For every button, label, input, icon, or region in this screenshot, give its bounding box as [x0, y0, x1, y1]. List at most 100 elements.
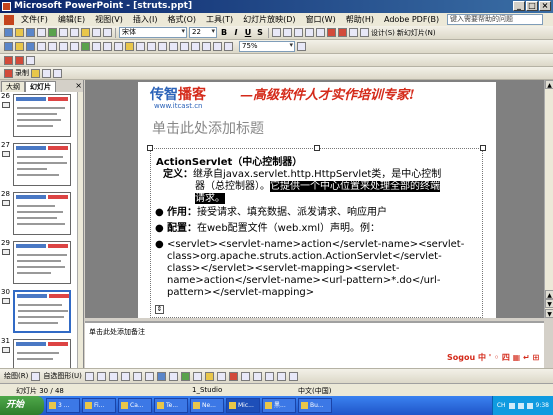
fill-color-icon[interactable] — [204, 371, 214, 381]
line-icon[interactable] — [84, 371, 94, 381]
help-search-input[interactable]: 键入需要帮助的问题 — [447, 14, 543, 25]
increase-font-icon[interactable] — [327, 28, 336, 37]
wordart-icon[interactable] — [202, 42, 211, 51]
taskbar-item[interactable]: Fi... — [82, 398, 116, 413]
design-button[interactable]: 设计(S) — [371, 28, 395, 38]
color-grayscale-icon[interactable] — [224, 42, 233, 51]
taskbar-item[interactable]: Ca... — [118, 398, 152, 413]
align-left-icon[interactable] — [272, 28, 281, 37]
notes-placeholder[interactable]: 单击此处添加备注 — [89, 327, 145, 337]
shadow-button[interactable]: S — [255, 28, 265, 38]
close-button[interactable]: × — [539, 1, 551, 11]
arrow-icon[interactable] — [96, 371, 106, 381]
table-icon[interactable] — [180, 42, 189, 51]
previous-slide-icon[interactable]: ▲ — [545, 290, 553, 299]
font-color-icon[interactable] — [360, 28, 369, 37]
indent-icon[interactable] — [349, 28, 358, 37]
minimize-button[interactable]: _ — [513, 1, 525, 11]
undo-icon[interactable] — [92, 28, 101, 37]
spelling-icon[interactable] — [48, 28, 57, 37]
title-placeholder[interactable]: 单击此处添加标题 — [152, 118, 264, 138]
pdf-email-icon[interactable] — [15, 55, 24, 65]
next-slide-icon[interactable]: ▼ — [545, 299, 553, 308]
new-doc-icon[interactable] — [4, 42, 13, 51]
thumbnail-scrollbar[interactable] — [77, 92, 83, 368]
spellcheck-icon[interactable] — [81, 42, 90, 51]
slide-thumb[interactable]: 27 — [0, 141, 78, 189]
tray-icon[interactable] — [526, 402, 533, 409]
menu-help[interactable]: 帮助(H) — [341, 14, 379, 25]
shadow-style-icon[interactable] — [276, 371, 286, 381]
save-disk-icon[interactable] — [26, 42, 35, 51]
record-button[interactable]: 录制 — [15, 68, 29, 78]
wordart-tool-icon[interactable] — [156, 371, 166, 381]
picture-icon[interactable] — [192, 371, 202, 381]
taskbar-item-active[interactable]: Mic... — [226, 398, 260, 413]
resize-handle[interactable] — [314, 145, 320, 151]
document-icon[interactable] — [4, 14, 14, 25]
taskbar-item[interactable]: 黑... — [262, 398, 296, 413]
taskbar-item[interactable]: Te... — [154, 398, 188, 413]
close-pane-icon[interactable]: × — [75, 81, 82, 90]
pdf-review-icon[interactable] — [26, 55, 35, 65]
font-size-select[interactable]: 22 — [189, 27, 217, 38]
hyperlink-icon[interactable] — [169, 42, 178, 51]
preview-icon[interactable] — [70, 42, 79, 51]
menu-adobe-pdf[interactable]: Adobe PDF(B) — [379, 15, 444, 24]
duplicate-icon[interactable] — [114, 42, 123, 51]
undo-arrow-icon[interactable] — [147, 42, 156, 51]
scroll-up-icon[interactable]: ▲ — [545, 80, 553, 89]
research-icon[interactable] — [92, 42, 101, 51]
slide-thumb[interactable]: 26 — [0, 92, 78, 140]
dash-style-icon[interactable] — [252, 371, 262, 381]
menu-slideshow[interactable]: 幻灯片放映(D) — [238, 14, 300, 25]
menu-format[interactable]: 格式(O) — [162, 14, 201, 25]
tray-icon[interactable] — [517, 402, 524, 409]
select-arrow-icon[interactable] — [31, 371, 41, 381]
printer-icon[interactable] — [59, 42, 68, 51]
zoom-select[interactable]: 75% — [239, 41, 295, 52]
menu-file[interactable]: 文件(F) — [16, 14, 53, 25]
draw-menu-button[interactable]: 绘图(R) — [4, 371, 28, 381]
grid-icon[interactable] — [213, 42, 222, 51]
copy-icon[interactable] — [70, 28, 79, 37]
menu-insert[interactable]: 插入(I) — [128, 14, 163, 25]
macro-icon[interactable] — [31, 68, 40, 78]
permission-icon[interactable] — [37, 42, 46, 51]
maximize-button[interactable]: □ — [526, 1, 538, 11]
vertical-textbox-icon[interactable] — [144, 371, 154, 381]
ime-toolbar[interactable]: Sogou 中 ' ◦ 四 ▦ ↵ ⊞ — [447, 352, 539, 363]
tab-slides[interactable]: 幻灯片 — [25, 81, 56, 92]
italic-button[interactable]: I — [231, 28, 241, 38]
3d-style-icon[interactable] — [288, 371, 298, 381]
numbering-icon[interactable] — [316, 28, 325, 37]
align-center-icon[interactable] — [283, 28, 292, 37]
menu-tools[interactable]: 工具(T) — [201, 14, 238, 25]
stop-icon[interactable] — [42, 68, 51, 78]
scissors-icon[interactable] — [103, 42, 112, 51]
rectangle-icon[interactable] — [108, 371, 118, 381]
options-icon[interactable] — [53, 68, 62, 78]
menu-window[interactable]: 窗口(W) — [301, 14, 341, 25]
clipboard-icon[interactable] — [125, 42, 134, 51]
taskbar-item[interactable]: 3 ... — [46, 398, 80, 413]
pdf-icon[interactable] — [4, 55, 13, 65]
new-slide-button[interactable]: 新幻灯片(N) — [397, 28, 436, 38]
notes-pane[interactable]: 单击此处添加备注 Sogou 中 ' ◦ 四 ▦ ↵ ⊞ — [85, 321, 544, 368]
input-language[interactable]: CH — [497, 402, 506, 409]
help-icon[interactable] — [297, 42, 306, 51]
slide-thumb[interactable]: 31 — [0, 337, 78, 368]
slide-thumb-selected[interactable]: 30 — [0, 288, 78, 336]
clipart-icon[interactable] — [180, 371, 190, 381]
slide-scrollbar[interactable]: ▲ ▲ ▼ ▼ — [544, 80, 553, 318]
content-textbox[interactable]: ActionServlet（中心控制器） 定义：继承自javax.servlet… — [147, 145, 486, 318]
taskbar-item[interactable]: Ne... — [190, 398, 224, 413]
text-color-icon[interactable] — [228, 371, 238, 381]
bullets-icon[interactable] — [305, 28, 314, 37]
underline-button[interactable]: U — [243, 28, 253, 38]
oval-icon[interactable] — [120, 371, 130, 381]
autoshapes-button[interactable]: 自选图形(U) — [43, 371, 82, 381]
menu-view[interactable]: 视图(V) — [90, 14, 128, 25]
autofit-options-icon[interactable]: ⇕ — [155, 305, 164, 314]
line-color-icon[interactable] — [216, 371, 226, 381]
